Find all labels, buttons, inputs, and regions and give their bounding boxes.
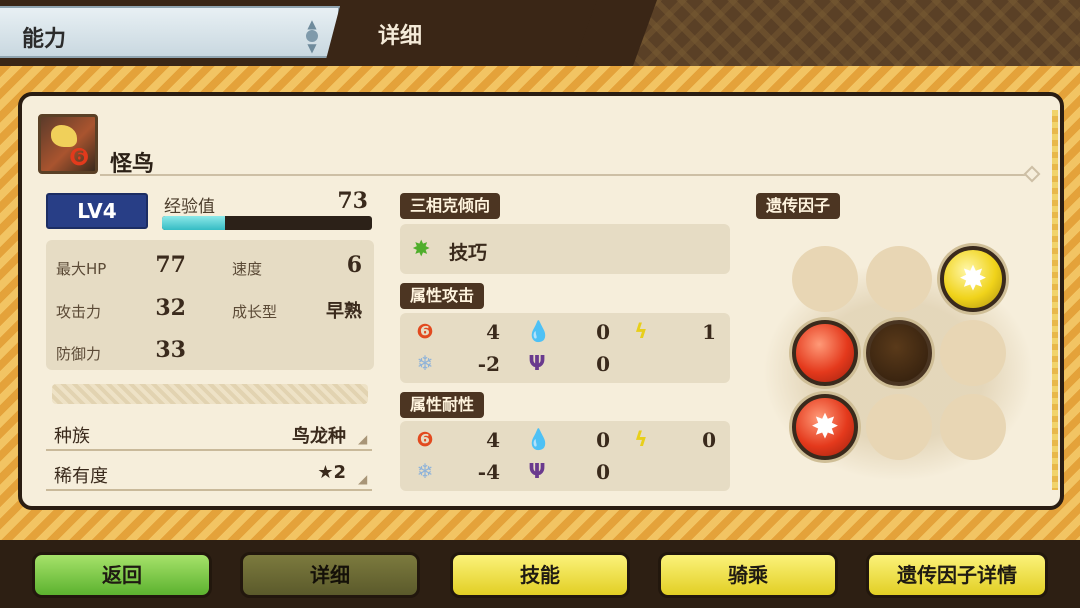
exp-label: 经验值	[164, 197, 215, 217]
gene-slot-empty[interactable]	[792, 246, 858, 312]
category-label: 能力	[22, 27, 67, 52]
defense-value: 33	[155, 337, 186, 363]
attack-thunder-value: 1	[702, 320, 716, 344]
attack-fire-value: 4	[486, 320, 500, 344]
page-title: 详细	[378, 24, 423, 49]
technical-splat-icon: ✸	[412, 237, 431, 262]
affinity-value: 技巧	[449, 242, 488, 264]
speed-label: 速度	[232, 260, 263, 278]
affinity-tag: 三相克倾向	[400, 193, 501, 219]
dragon-icon: Ψ	[528, 459, 546, 483]
resist-dragon-value: 0	[596, 460, 610, 484]
water-icon: 💧	[526, 427, 551, 451]
element-attack-tag: 属性攻击	[400, 283, 485, 309]
scroll-arrows-icon[interactable]: ▲ ▼	[302, 18, 322, 54]
technical-splat-icon: ✸	[958, 259, 988, 299]
gene-details-button[interactable]: 遗传因子详情	[866, 552, 1048, 598]
rarity-value: ★2	[317, 462, 346, 483]
exp-value: 73	[337, 188, 368, 214]
species-label: 种族	[54, 426, 90, 447]
ice-icon: ❄	[416, 351, 434, 375]
max-hp-value: 77	[155, 252, 186, 278]
level-badge: LV4	[46, 193, 148, 229]
attack-value: 32	[155, 295, 186, 321]
thunder-icon: ϟ	[634, 427, 648, 451]
species-value: 鸟龙种	[292, 426, 346, 447]
attack-dragon-value: 0	[596, 352, 610, 376]
fire-icon: ❻	[416, 319, 434, 343]
rarity-divider	[46, 489, 372, 491]
gene-slot-empty[interactable]	[866, 246, 932, 312]
gene-tag: 遗传因子	[756, 193, 841, 219]
resist-thunder-value: 0	[702, 428, 716, 452]
resist-fire-value: 4	[486, 428, 500, 452]
resist-water-value: 0	[596, 428, 610, 452]
back-button[interactable]: 返回	[32, 552, 212, 598]
resist-ice-value: -4	[477, 460, 500, 484]
details-button[interactable]: 详细	[240, 552, 420, 598]
attack-water-value: 0	[596, 320, 610, 344]
fire-element-badge-icon: ❻	[69, 143, 90, 171]
monster-portrait-icon: ❻	[38, 114, 98, 174]
growth-label: 成长型	[232, 303, 278, 321]
thunder-icon: ϟ	[634, 319, 648, 343]
skills-button[interactable]: 技能	[450, 552, 630, 598]
element-resist-tag: 属性耐性	[400, 392, 485, 418]
name-divider	[100, 174, 1030, 176]
gene-slot-red-technical[interactable]: ✸	[792, 394, 858, 460]
gene-slot-empty[interactable]	[940, 320, 1006, 386]
ice-icon: ❄	[416, 459, 434, 483]
category-selector[interactable]: 能力 ▲ ▼	[0, 6, 340, 58]
gene-slot-dark[interactable]	[866, 320, 932, 386]
exp-progress-bar	[162, 216, 372, 230]
rarity-label: 稀有度	[54, 466, 108, 487]
decorative-band	[52, 384, 368, 404]
panel-edge-decoration	[1052, 110, 1058, 490]
dragon-icon: Ψ	[528, 351, 546, 375]
rarity-tip-icon: ◢	[358, 472, 368, 486]
max-hp-label: 最大HP	[56, 260, 107, 278]
fire-icon: ❻	[416, 427, 434, 451]
species-tip-icon: ◢	[358, 432, 368, 446]
ride-button[interactable]: 骑乘	[658, 552, 838, 598]
technical-splat-icon: ✸	[810, 407, 840, 447]
attack-label: 攻击力	[56, 303, 102, 321]
gene-slot-empty[interactable]	[866, 394, 932, 460]
attack-ice-value: -2	[477, 352, 500, 376]
water-icon: 💧	[526, 319, 551, 343]
speed-value: 6	[346, 252, 362, 278]
defense-label: 防御力	[56, 345, 102, 363]
species-divider	[46, 449, 372, 451]
gene-slot-red[interactable]	[792, 320, 858, 386]
exp-progress-fill	[162, 216, 225, 230]
gene-slot-empty[interactable]	[940, 394, 1006, 460]
gene-slot-yellow-technical[interactable]: ✸	[940, 246, 1006, 312]
top-bar-pattern	[615, 0, 1080, 66]
growth-value: 早熟	[326, 301, 362, 322]
